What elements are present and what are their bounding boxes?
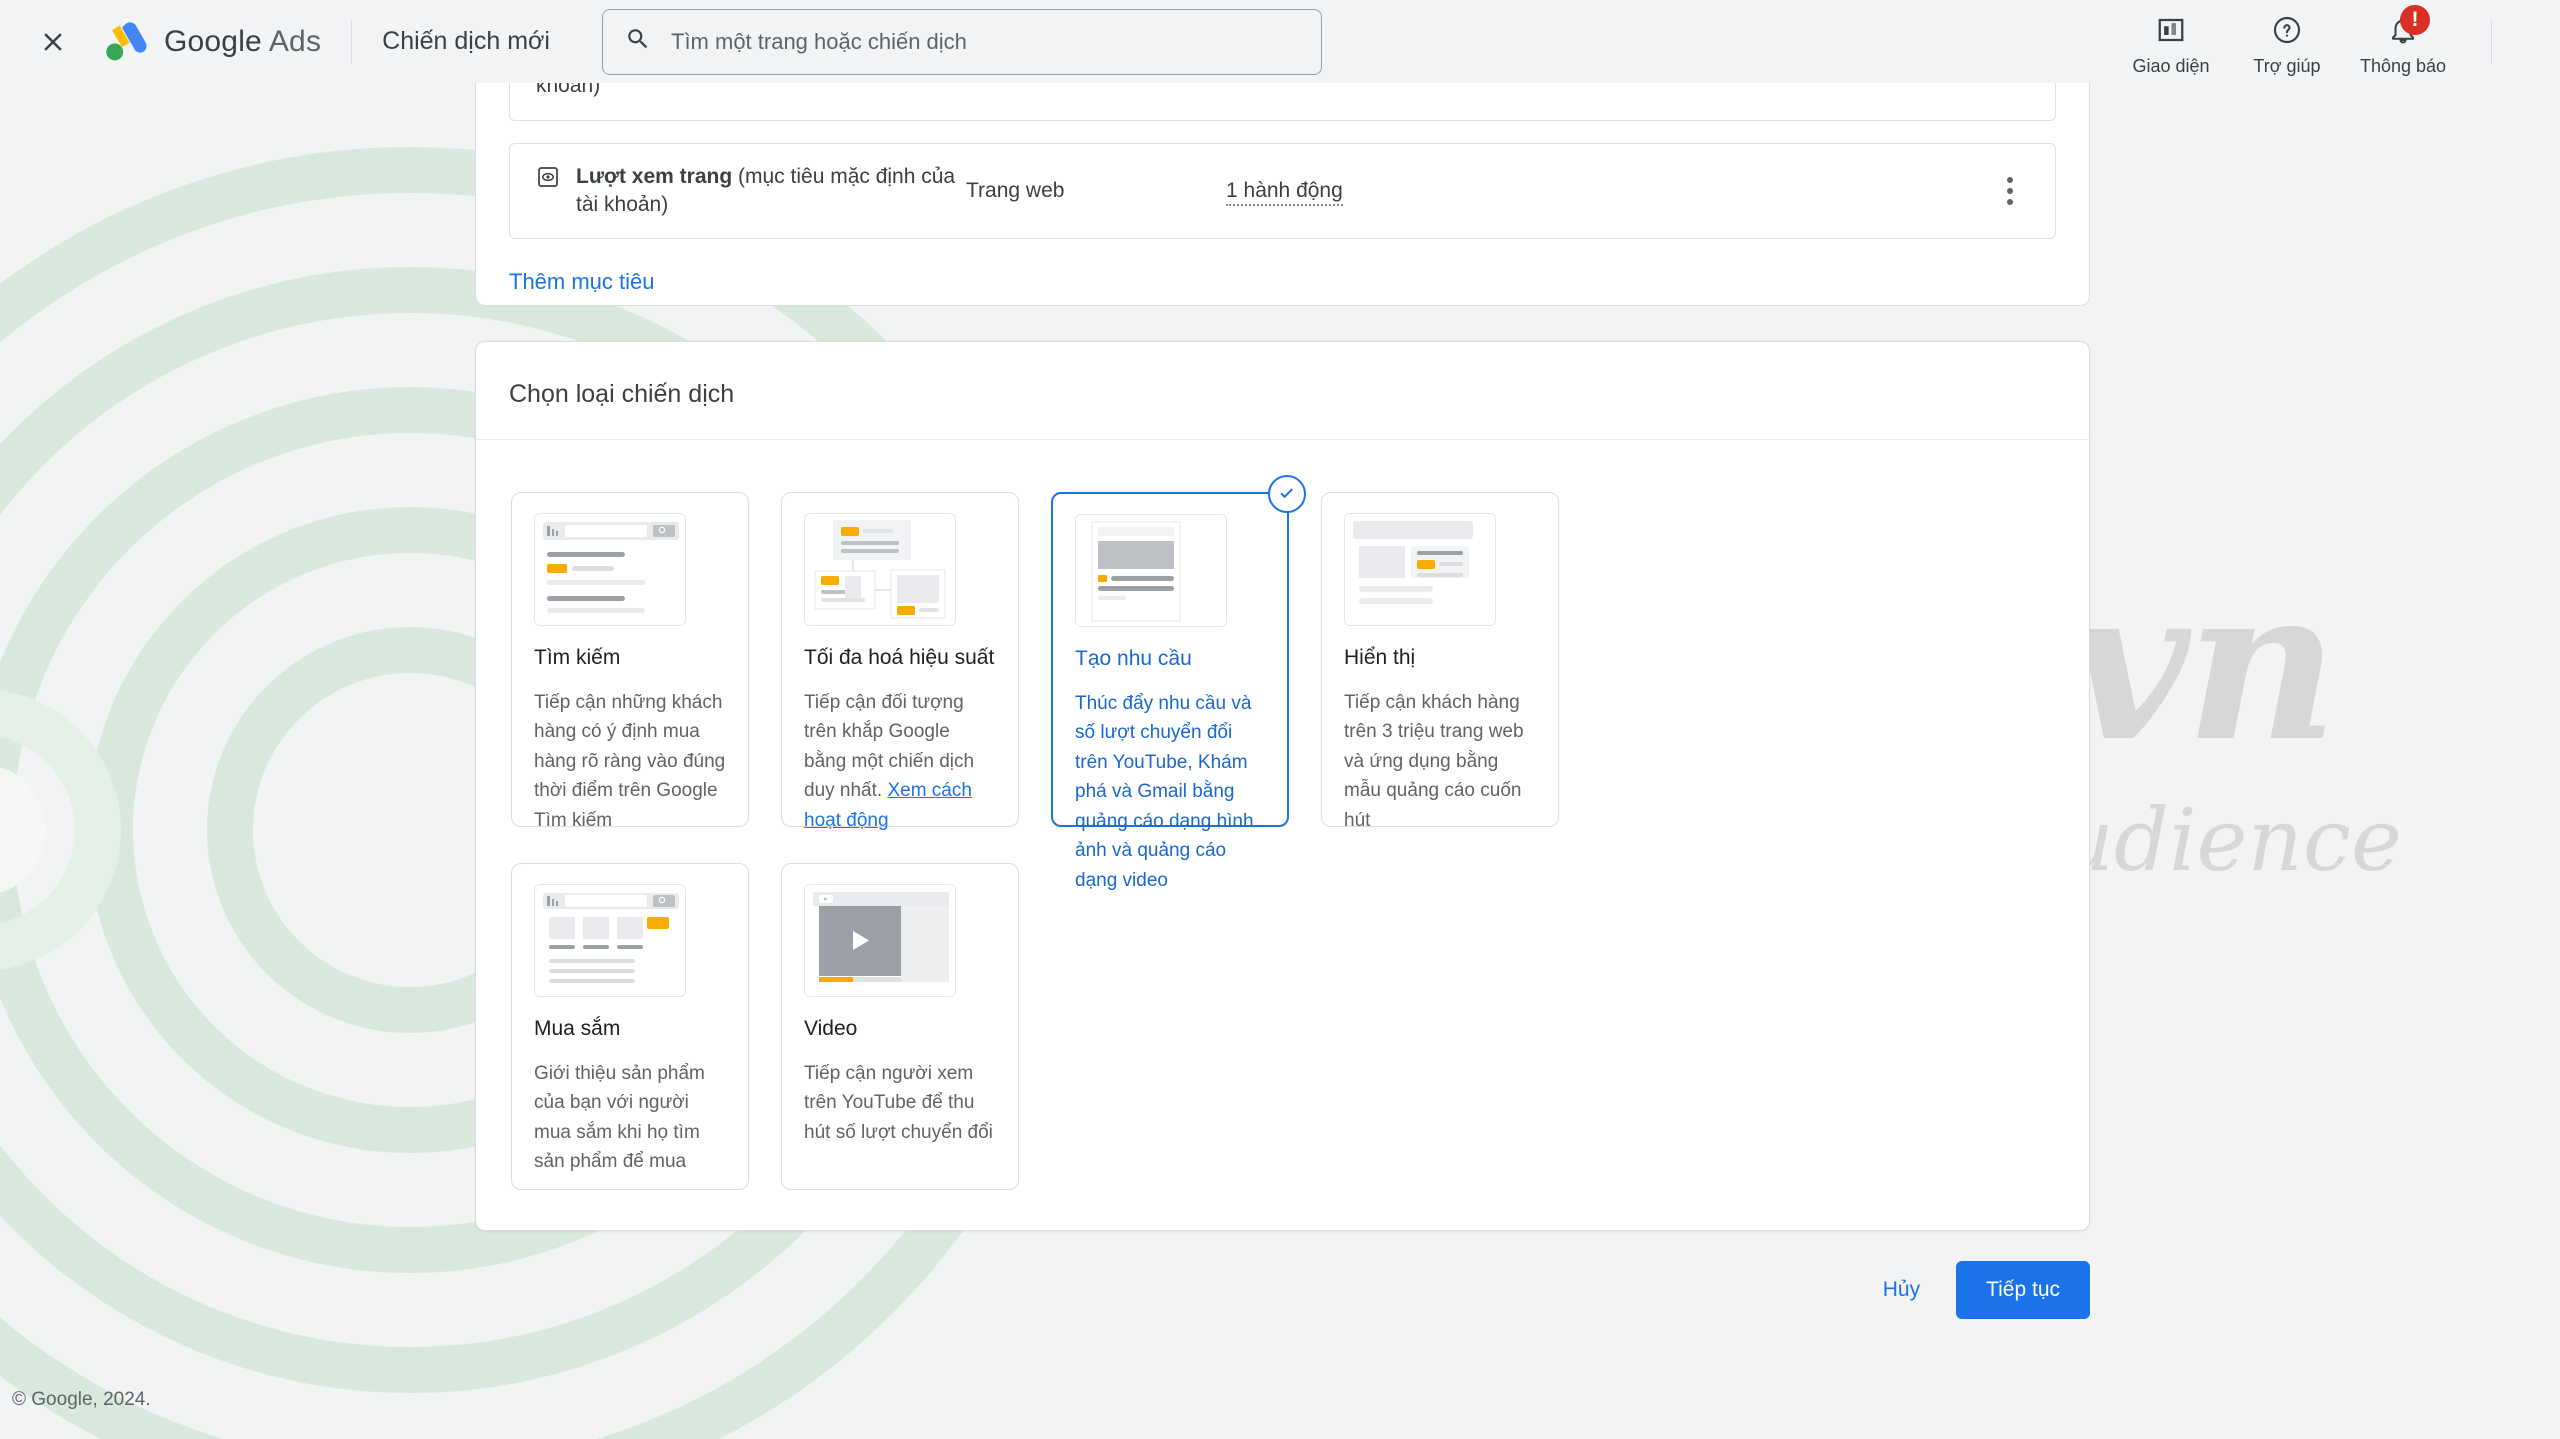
campaign-type-desc-text: Thúc đẩy nhu cầu và số lượt chuyển đổi t… <box>1075 693 1254 891</box>
appearance-bars-icon <box>2156 11 2186 49</box>
status-badge: ! <box>2400 4 2430 35</box>
page-content: khoản) Lượt xem trang (mục tiêu mặc định… <box>0 83 2560 1319</box>
campaign-type-desc: Tiếp cận đối tượng trên khắp Google bằng… <box>804 688 996 835</box>
campaign-type-desc: Thúc đẩy nhu cầu và số lượt chuyển đổi t… <box>1075 689 1265 895</box>
google-ads-brand[interactable]: Google Ads <box>104 21 321 62</box>
actions-divider <box>2491 19 2492 64</box>
campaign-type-desc: Tiếp cận người xem trên YouTube để thu h… <box>804 1059 996 1147</box>
campaign-type-option-shopping[interactable]: Mua sắm Giới thiệu sản phẩm của bạn với … <box>511 863 749 1190</box>
campaign-type-title: Hiển thị <box>1344 646 1416 669</box>
campaign-type-grid: Tìm kiếm Tiếp cận những khách hàng có ý … <box>476 440 2089 1190</box>
help-label: Trợ giúp <box>2253 55 2321 76</box>
page-view-eye-icon <box>536 165 560 196</box>
campaign-type-desc-text: Tiếp cận những khách hàng có ý định mua … <box>534 692 726 831</box>
goal-clipped-text: khoản) <box>536 83 601 97</box>
search-results-thumb <box>534 513 686 626</box>
appearance-label: Giao diện <box>2132 55 2210 76</box>
appearance-button[interactable]: Giao diện <box>2113 7 2229 77</box>
continue-button[interactable]: Tiếp tục <box>1956 1261 2090 1319</box>
goals-card: khoản) Lượt xem trang (mục tiêu mặc định… <box>475 83 2090 306</box>
brand-wordmark: Google Ads <box>164 25 321 59</box>
kebab-dot <box>2007 188 2013 194</box>
goal-name-cell: Lượt xem trang (mục tiêu mặc định của tà… <box>536 163 966 220</box>
brand-google-text: Google <box>164 24 262 58</box>
brand-ads-text: Ads <box>268 24 322 58</box>
campaign-type-title: Tạo nhu cầu <box>1075 647 1192 670</box>
campaign-type-desc-text: Tiếp cận khách hàng trên 3 triệu trang w… <box>1344 692 1524 831</box>
google-ads-logo-icon <box>106 21 147 60</box>
multi-panel-thumb <box>804 513 956 626</box>
kebab-menu-icon[interactable] <box>1987 168 2033 214</box>
help-question-icon <box>2271 11 2303 49</box>
check-circle-icon <box>1268 475 1306 513</box>
footer-copyright: © Google, 2024. <box>12 1389 151 1410</box>
page-title: Chiến dịch mới <box>382 27 550 55</box>
goal-name-main: Lượt xem trang <box>576 164 733 188</box>
search-input[interactable] <box>669 27 1299 56</box>
kebab-dot <box>2007 177 2013 183</box>
form-actions: Hủy Tiếp tục <box>475 1261 2090 1319</box>
campaign-type-desc: Tiếp cận những khách hàng có ý định mua … <box>534 688 726 835</box>
notifications-bell-icon: ! <box>2388 4 2430 49</box>
campaign-type-option-display[interactable]: Hiển thị Tiếp cận khách hàng trên 3 triệ… <box>1321 492 1559 831</box>
goal-row: Lượt xem trang (mục tiêu mặc định của tà… <box>509 143 2056 239</box>
search-icon <box>625 26 651 57</box>
close-icon[interactable] <box>30 19 76 65</box>
search-box[interactable] <box>602 8 1322 75</box>
campaign-type-desc-text: Tiếp cận người xem trên YouTube để thu h… <box>804 1063 993 1143</box>
notifications-button[interactable]: ! Thông báo <box>2345 4 2461 77</box>
campaign-type-card: Chọn loại chiến dịch Tìm kiếm Tiếp cận n… <box>475 341 2090 1231</box>
goal-actions-link[interactable]: 1 hành động <box>1226 179 1343 206</box>
campaign-type-option-performance-max[interactable]: Tối đa hoá hiệu suất Tiếp cận đối tượng … <box>781 492 1019 831</box>
campaign-type-title: Mua sắm <box>534 1017 621 1040</box>
top-app-bar: Google Ads Chiến dịch mới Giao diện <box>0 0 2560 83</box>
add-goal-link[interactable]: Thêm mục tiêu <box>509 269 655 295</box>
goal-actions-cell: 1 hành động <box>1226 179 1343 206</box>
notifications-label: Thông báo <box>2359 55 2447 76</box>
campaign-type-heading: Chọn loại chiến dịch <box>476 342 2089 440</box>
top-bar-actions: Giao diện Trợ giúp ! Thông báo <box>2113 4 2522 77</box>
campaign-type-title: Tìm kiếm <box>534 646 621 669</box>
cancel-button[interactable]: Hủy <box>1857 1262 1946 1318</box>
campaign-type-title: Tối đa hoá hiệu suất <box>804 646 995 669</box>
feed-card-thumb <box>1075 514 1227 627</box>
display-banner-thumb <box>1344 513 1496 626</box>
campaign-type-option-search[interactable]: Tìm kiếm Tiếp cận những khách hàng có ý … <box>511 492 749 831</box>
campaign-type-option-video[interactable]: Video Tiếp cận người xem trên YouTube để… <box>781 863 1019 1190</box>
campaign-type-desc: Tiếp cận khách hàng trên 3 triệu trang w… <box>1344 688 1536 835</box>
campaign-type-desc: Giới thiệu sản phẩm của bạn với người mu… <box>534 1059 726 1177</box>
kebab-dot <box>2007 199 2013 205</box>
help-button[interactable]: Trợ giúp <box>2229 7 2345 77</box>
goal-type-cell: Trang web <box>966 179 1065 202</box>
header-divider <box>351 19 353 64</box>
campaign-type-title: Video <box>804 1017 858 1040</box>
goal-name-text: Lượt xem trang (mục tiêu mặc định của tà… <box>576 163 966 220</box>
shopping-grid-thumb <box>534 884 686 997</box>
campaign-type-option-demand-gen[interactable]: Tạo nhu cầu Thúc đẩy nhu cầu và số lượt … <box>1051 475 1306 891</box>
campaign-type-desc-text: Giới thiệu sản phẩm của bạn với người mu… <box>534 1063 705 1173</box>
video-player-thumb <box>804 884 956 997</box>
goal-row-clipped: khoản) <box>509 83 2056 121</box>
